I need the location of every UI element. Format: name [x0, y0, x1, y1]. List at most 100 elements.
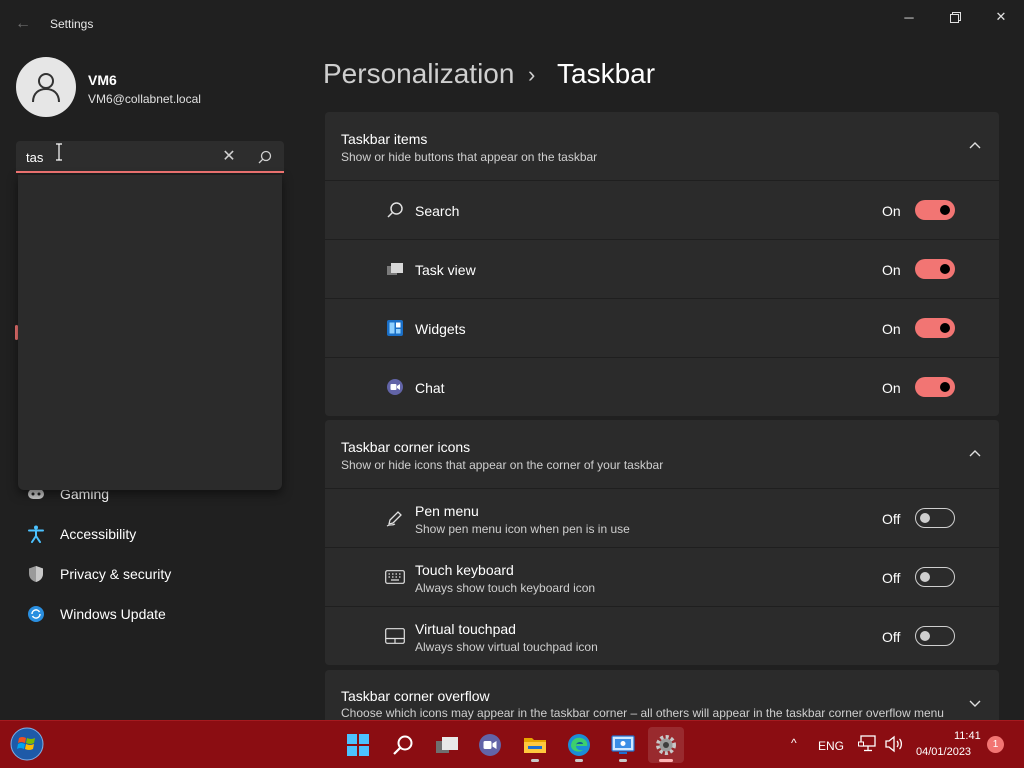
- toggle-state: Off: [882, 511, 901, 527]
- running-indicator: [619, 759, 627, 762]
- toggle-state: Off: [882, 629, 901, 645]
- user-name: VM6: [88, 72, 117, 88]
- setting-label: Search: [415, 203, 460, 219]
- chat-toggle[interactable]: [915, 377, 955, 397]
- nav-item-accessibility[interactable]: Accessibility: [20, 516, 290, 552]
- tray-language[interactable]: ENG: [818, 739, 844, 753]
- taskbar-start-button[interactable]: [340, 727, 376, 763]
- avatar[interactable]: [16, 57, 76, 117]
- nav-item-privacy[interactable]: Privacy & security: [20, 556, 290, 592]
- restore-icon: [949, 11, 961, 23]
- touchpad-icon: [385, 628, 405, 644]
- clear-icon[interactable]: ✕: [219, 147, 239, 167]
- clock-time[interactable]: 11:41: [954, 730, 981, 742]
- folder-icon: [524, 738, 546, 753]
- task-view-icon: [387, 263, 403, 275]
- volume-icon: [885, 735, 903, 753]
- toggle-state: Off: [882, 570, 901, 586]
- edge-icon: [568, 734, 590, 756]
- taskbar-items-header[interactable]: Taskbar items Show or hide buttons that …: [325, 112, 999, 180]
- taskbar-search-button[interactable]: [385, 727, 421, 763]
- pen-menu-toggle[interactable]: [915, 508, 955, 528]
- maximize-button[interactable]: [932, 0, 978, 34]
- search-suggestions: [18, 175, 282, 490]
- tray-network[interactable]: [858, 735, 878, 753]
- toggle-state: On: [882, 380, 901, 396]
- tray-volume[interactable]: [884, 735, 904, 753]
- notification-badge[interactable]: 1: [987, 736, 1004, 753]
- setting-label: Virtual touchpad: [415, 621, 516, 637]
- update-icon: [28, 606, 44, 622]
- person-icon: [32, 73, 60, 103]
- setting-label: Widgets: [415, 321, 466, 337]
- minimize-button[interactable]: ─: [886, 0, 932, 34]
- setting-row-search: Search On: [325, 180, 999, 239]
- nav-item-windows-update[interactable]: Windows Update: [20, 596, 290, 632]
- gear-icon: [656, 735, 676, 755]
- taskbar-remote-desktop-button[interactable]: [605, 727, 641, 763]
- search-toggle[interactable]: [915, 200, 955, 220]
- setting-row-virtual-touchpad: Virtual touchpad Always show virtual tou…: [325, 606, 999, 665]
- windows7-orb-icon: [10, 727, 44, 761]
- taskbar-chat-button[interactable]: [472, 727, 508, 763]
- setting-row-touch-keyboard: Touch keyboard Always show touch keyboar…: [325, 547, 999, 606]
- setting-row-task-view: Task view On: [325, 239, 999, 298]
- taskbar-file-explorer-button[interactable]: [517, 727, 553, 763]
- widgets-toggle[interactable]: [915, 318, 955, 338]
- chat-icon: [387, 379, 403, 395]
- network-icon: [858, 735, 876, 752]
- breadcrumb-separator: ›: [528, 62, 536, 87]
- nav-label: Windows Update: [60, 606, 166, 622]
- corner-overflow-section[interactable]: Taskbar corner overflow Choose which ico…: [325, 670, 999, 722]
- toggle-state: On: [882, 203, 901, 219]
- keyboard-icon: [385, 570, 405, 584]
- clock-date[interactable]: 04/01/2023: [916, 746, 971, 758]
- shield-icon: [29, 566, 43, 582]
- text-cursor-icon: [56, 143, 62, 161]
- tray-overflow-chevron[interactable]: ^: [791, 736, 797, 750]
- start-orb-button[interactable]: [8, 725, 46, 763]
- taskbar: ^ ENG 11:41 04/01/2023: [0, 720, 1024, 768]
- taskbar-settings-button[interactable]: [648, 727, 684, 763]
- section-subtitle: Choose which icons may appear in the tas…: [341, 706, 944, 720]
- setting-row-chat: Chat On: [325, 357, 999, 416]
- accessibility-icon: [28, 525, 44, 543]
- setting-label: Pen menu: [415, 503, 479, 519]
- setting-row-pen-menu: Pen menu Show pen menu icon when pen is …: [325, 488, 999, 547]
- chevron-down-icon[interactable]: [967, 695, 983, 711]
- widgets-icon: [387, 320, 403, 336]
- search-button[interactable]: [254, 147, 276, 167]
- pen-icon: [386, 511, 402, 527]
- section-title: Taskbar corner icons: [341, 439, 471, 455]
- search-icon: [258, 150, 272, 164]
- windows-logo-icon: [347, 734, 369, 756]
- setting-description: Always show virtual touchpad icon: [415, 640, 598, 654]
- touch-keyboard-toggle[interactable]: [915, 567, 955, 587]
- title-bar: ← Settings ─ ✕: [0, 0, 1024, 48]
- user-email: VM6@collabnet.local: [88, 92, 201, 106]
- virtual-touchpad-toggle[interactable]: [915, 626, 955, 646]
- breadcrumb-parent[interactable]: Personalization: [323, 58, 514, 90]
- task-view-toggle[interactable]: [915, 259, 955, 279]
- taskbar-task-view-button[interactable]: [429, 727, 465, 763]
- back-button[interactable]: ←: [10, 12, 36, 36]
- corner-icons-header[interactable]: Taskbar corner icons Show or hide icons …: [325, 420, 999, 488]
- running-indicator: [531, 759, 539, 762]
- setting-description: Show pen menu icon when pen is in use: [415, 522, 630, 536]
- nav-label: Privacy & security: [60, 566, 172, 582]
- chevron-up-icon[interactable]: [967, 446, 983, 462]
- section-subtitle: Show or hide buttons that appear on the …: [341, 150, 598, 164]
- section-subtitle: Show or hide icons that appear on the co…: [341, 458, 664, 472]
- setting-label: Chat: [415, 380, 445, 396]
- chat-icon: [479, 734, 501, 756]
- setting-description: Always show touch keyboard icon: [415, 581, 596, 595]
- setting-label: Touch keyboard: [415, 562, 514, 578]
- taskbar-items-section: Taskbar items Show or hide buttons that …: [325, 112, 999, 416]
- search-icon: [387, 202, 403, 218]
- taskbar-edge-button[interactable]: [561, 727, 597, 763]
- page-title: Taskbar: [557, 58, 656, 89]
- close-button[interactable]: ✕: [978, 0, 1024, 34]
- active-indicator: [659, 759, 673, 762]
- section-title: Taskbar items: [341, 131, 428, 147]
- chevron-up-icon[interactable]: [967, 138, 983, 154]
